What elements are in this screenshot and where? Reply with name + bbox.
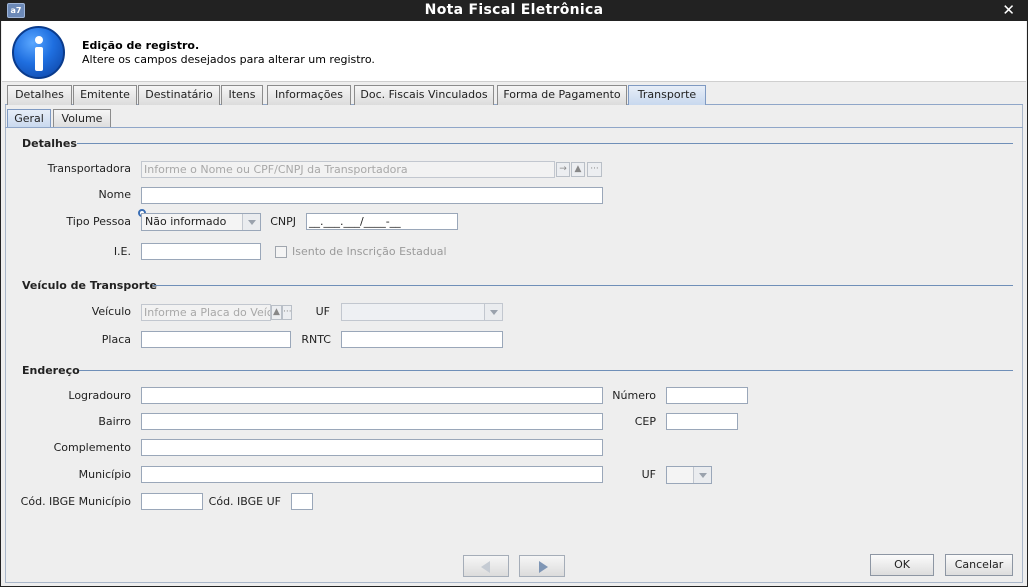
isento-checkbox[interactable] xyxy=(275,246,287,258)
tab-destinatario[interactable]: Destinatário xyxy=(138,85,220,105)
veiculo-uf-select[interactable] xyxy=(341,303,503,321)
tab-informacoes[interactable]: Informações xyxy=(267,85,351,105)
transportadora-label: Transportadora xyxy=(47,162,131,175)
numero-input[interactable] xyxy=(666,387,748,404)
ie-label: I.E. xyxy=(113,245,131,258)
tab-forma-pagamento[interactable]: Forma de Pagamento xyxy=(497,85,627,105)
veiculo-uf-label: UF xyxy=(315,305,330,318)
info-icon xyxy=(12,26,65,79)
transportadora-input[interactable]: Informe o Nome ou CPF/CNPJ da Transporta… xyxy=(141,161,555,178)
dialog-window: a7 Nota Fiscal Eletrônica ✕ Edição de re… xyxy=(0,0,1028,587)
placa-input[interactable] xyxy=(141,331,291,348)
more-icon[interactable]: ··· xyxy=(587,162,602,177)
header-title: Edição de registro. xyxy=(82,39,200,52)
section-title-endereco: Endereço xyxy=(22,364,80,377)
cod-ibge-uf-label: Cód. IBGE UF xyxy=(208,495,281,508)
rntc-input[interactable] xyxy=(341,331,503,348)
bairro-input[interactable] xyxy=(141,413,603,430)
cod-ibge-municipio-label: Cód. IBGE Município xyxy=(20,495,131,508)
left-arrow-icon xyxy=(481,561,490,573)
tab-transporte[interactable]: Transporte xyxy=(628,85,706,105)
rntc-label: RNTC xyxy=(301,333,331,346)
municipio-input[interactable] xyxy=(141,466,603,483)
right-arrow-icon xyxy=(539,561,548,573)
tab-doc-fiscais[interactable]: Doc. Fiscais Vinculados xyxy=(354,85,494,105)
tab-detalhes[interactable]: Detalhes xyxy=(7,85,72,105)
cod-ibge-municipio-input[interactable] xyxy=(141,493,203,510)
chevron-down-icon xyxy=(693,467,711,483)
title-bar: a7 Nota Fiscal Eletrônica ✕ xyxy=(1,1,1027,21)
section-title-veiculo: Veículo de Transporte xyxy=(22,279,157,292)
tab-itens[interactable]: Itens xyxy=(221,85,263,105)
logradouro-input[interactable] xyxy=(141,387,603,404)
section-divider xyxy=(153,285,1013,286)
close-icon[interactable]: ✕ xyxy=(1002,1,1015,20)
endereco-uf-label: UF xyxy=(641,468,656,481)
cod-ibge-uf-input[interactable] xyxy=(291,493,313,510)
subtab-geral[interactable]: Geral xyxy=(7,109,51,128)
cnpj-input[interactable]: __.___.___/____-__ xyxy=(306,213,458,230)
numero-label: Número xyxy=(612,389,656,402)
tipo-pessoa-value: Não informado xyxy=(145,215,227,228)
previous-button[interactable] xyxy=(463,555,509,577)
chevron-down-icon xyxy=(484,304,502,320)
cnpj-label: CNPJ xyxy=(270,215,296,228)
dialog-header: Edição de registro. Altere os campos des… xyxy=(2,21,1026,82)
nome-input[interactable] xyxy=(141,187,603,204)
header-subtitle: Altere os campos desejados para alterar … xyxy=(82,53,375,66)
section-divider xyxy=(79,370,1013,371)
subtab-volume[interactable]: Volume xyxy=(53,109,111,128)
window-title: Nota Fiscal Eletrônica xyxy=(424,2,604,18)
complemento-input[interactable] xyxy=(141,439,603,456)
complemento-label: Complemento xyxy=(53,441,131,454)
placa-label: Placa xyxy=(101,333,131,346)
section-title-detalhes: Detalhes xyxy=(22,137,77,150)
tipo-pessoa-select[interactable]: Não informado xyxy=(141,213,261,231)
up-icon[interactable]: ▲ xyxy=(271,305,282,320)
cancel-button[interactable]: Cancelar xyxy=(945,554,1013,576)
subtab-divider xyxy=(5,127,1023,128)
nome-label: Nome xyxy=(98,188,131,201)
bairro-label: Bairro xyxy=(98,415,131,428)
ok-button[interactable]: OK xyxy=(870,554,934,576)
endereco-uf-select[interactable] xyxy=(666,466,712,484)
tipo-pessoa-label: Tipo Pessoa xyxy=(66,215,131,228)
isento-label: Isento de Inscrição Estadual xyxy=(292,245,447,258)
municipio-label: Município xyxy=(78,468,131,481)
chevron-down-icon xyxy=(242,214,260,230)
cep-label: CEP xyxy=(634,415,656,428)
logradouro-label: Logradouro xyxy=(68,389,131,402)
main-tabs: Detalhes Emitente Destinatário Itens Inf… xyxy=(5,85,1023,105)
section-divider xyxy=(77,143,1013,144)
veiculo-label: Veículo xyxy=(91,305,131,318)
tab-emitente[interactable]: Emitente xyxy=(73,85,137,105)
next-button[interactable] xyxy=(519,555,565,577)
go-icon[interactable]: → xyxy=(556,162,570,177)
cep-input[interactable] xyxy=(666,413,738,430)
up-icon[interactable]: ▲ xyxy=(571,162,585,177)
more-icon[interactable]: ··· xyxy=(282,305,292,320)
veiculo-input[interactable]: Informe a Placa do Veículo xyxy=(141,304,271,321)
ie-input[interactable] xyxy=(141,243,261,260)
